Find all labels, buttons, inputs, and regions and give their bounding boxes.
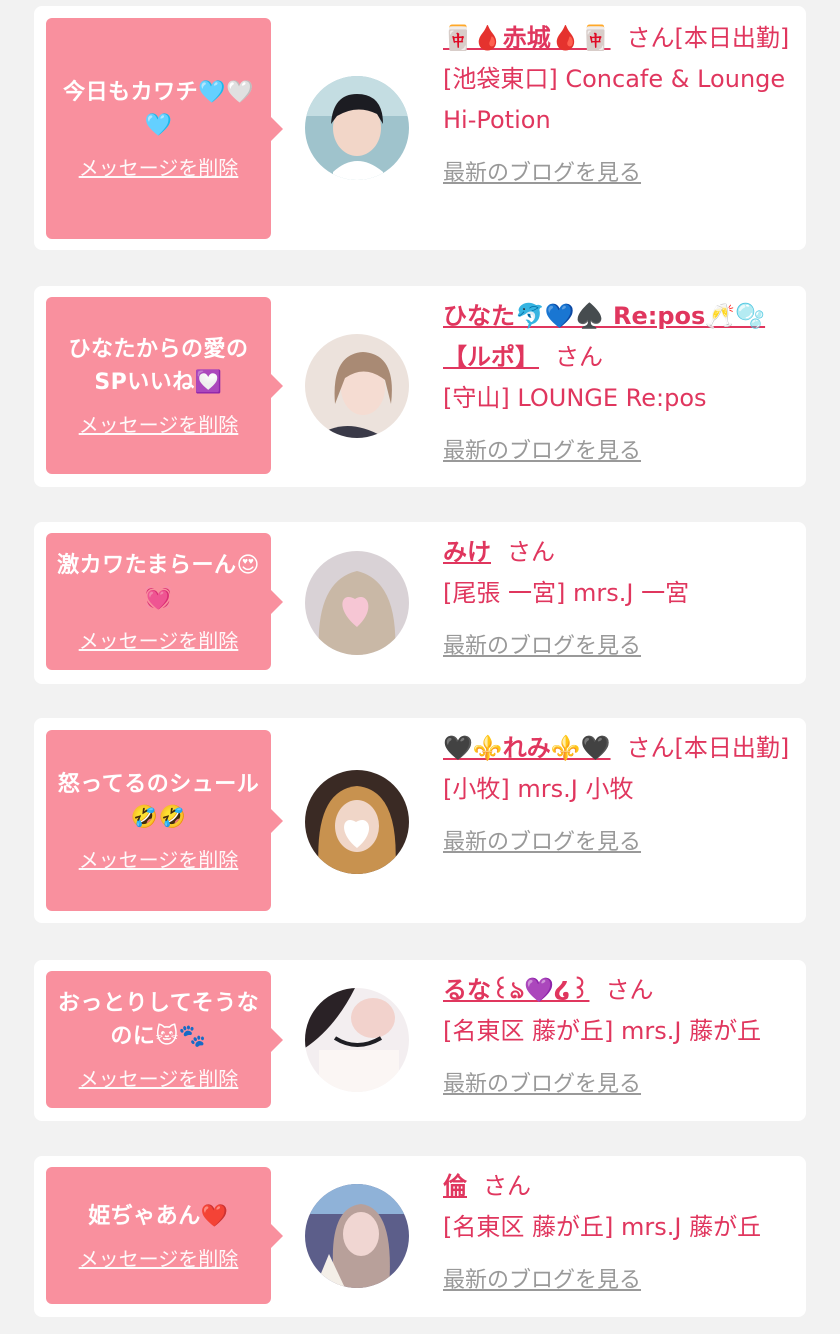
avatar[interactable] <box>305 988 409 1092</box>
sender-suffix: さん <box>555 343 603 371</box>
message-card: おっとりしてそうなのに🐱🐾 メッセージを削除 るな꒰ঌ💜໒꒱ さん [名東区 藤が… <box>34 960 806 1121</box>
message-text: 今日もカワチ🩵🤍🩵 <box>63 80 254 138</box>
latest-blog-link[interactable]: 最新のブログを見る <box>443 153 641 194</box>
shop-name: [名東区 藤が丘] mrs.J 藤が丘 <box>443 1017 762 1045</box>
latest-blog-link[interactable]: 最新のブログを見る <box>443 431 641 472</box>
sender-info: 倫さん [名東区 藤が丘] mrs.J 藤が丘 最新のブログを見る <box>443 1166 793 1301</box>
message-bubble: 今日もカワチ🩵🤍🩵 メッセージを削除 <box>46 18 283 239</box>
message-card: 姫ぢゃあん❤️ メッセージを削除 倫さん [名東区 藤が丘] mrs.J 藤が丘… <box>34 1156 806 1317</box>
sender-suffix: さん <box>483 1172 531 1200</box>
avatar[interactable] <box>305 551 409 655</box>
delete-message-link[interactable]: メッセージを削除 <box>79 152 239 181</box>
avatar[interactable] <box>305 334 409 438</box>
sender-info: 🖤⚜️れみ⚜️🖤 さん[本日出勤] [小牧] mrs.J 小牧 最新のブログを見る <box>443 728 793 863</box>
shop-name: [尾張 一宮] mrs.J 一宮 <box>443 579 690 607</box>
sender-name-link[interactable]: 倫 <box>443 1172 467 1200</box>
latest-blog-link[interactable]: 最新のブログを見る <box>443 1064 641 1105</box>
message-bubble: 姫ぢゃあん❤️ メッセージを削除 <box>46 1167 283 1304</box>
sender-info: ひなた🐬💙♠️ Re:pos🥂🫧【ルポ】 さん [守山] LOUNGE Re:po… <box>443 296 793 472</box>
shop-name: [守山] LOUNGE Re:pos <box>443 384 707 412</box>
sender-suffix: さん[本日出勤] <box>626 734 790 762</box>
delete-message-link[interactable]: メッセージを削除 <box>79 1063 239 1092</box>
sender-info: みけ さん [尾張 一宮] mrs.J 一宮 最新のブログを見る <box>443 532 793 667</box>
avatar[interactable] <box>305 1184 409 1288</box>
shop-name: [小牧] mrs.J 小牧 <box>443 775 634 803</box>
sender-info: 🀄🩸赤城🩸🀄 さん[本日出勤] [池袋東口] Concafe & Lounge H… <box>443 18 793 194</box>
message-bubble: おっとりしてそうなのに🐱🐾 メッセージを削除 <box>46 971 283 1108</box>
sender-info: るな꒰ঌ💜໒꒱ さん [名東区 藤が丘] mrs.J 藤が丘 最新のブログを見る <box>443 970 793 1105</box>
avatar[interactable] <box>305 770 409 874</box>
message-list: 今日もカワチ🩵🤍🩵 メッセージを削除 🀄🩸赤城🩸🀄 さん[本日出勤] [池袋東口]… <box>0 0 840 1334</box>
message-text: おっとりしてそうなのに🐱🐾 <box>57 991 260 1049</box>
message-card: 激カワたまらーん😍💓 メッセージを削除 みけ さん [尾張 一宮] mrs.J 一… <box>34 522 806 684</box>
message-bubble: 激カワたまらーん😍💓 メッセージを削除 <box>46 533 283 670</box>
message-text: ひなたからの愛のSPいいね💟 <box>68 337 249 395</box>
sender-suffix: さん[本日出勤] <box>626 24 790 52</box>
shop-name: [池袋東口] Concafe & Lounge Hi-Potion <box>443 65 786 134</box>
sender-name-link[interactable]: みけ <box>443 538 491 566</box>
message-card: ひなたからの愛のSPいいね💟 メッセージを削除 ひなた🐬💙♠️ Re:pos🥂🫧… <box>34 286 806 487</box>
message-card: 今日もカワチ🩵🤍🩵 メッセージを削除 🀄🩸赤城🩸🀄 さん[本日出勤] [池袋東口]… <box>34 6 806 250</box>
message-text: 激カワたまらーん😍💓 <box>57 553 260 611</box>
shop-name: [名東区 藤が丘] mrs.J 藤が丘 <box>443 1213 762 1241</box>
message-bubble: 怒ってるのシュール🤣🤣 メッセージを削除 <box>46 730 283 911</box>
delete-message-link[interactable]: メッセージを削除 <box>79 409 239 438</box>
latest-blog-link[interactable]: 最新のブログを見る <box>443 822 641 863</box>
latest-blog-link[interactable]: 最新のブログを見る <box>443 626 641 667</box>
latest-blog-link[interactable]: 最新のブログを見る <box>443 1260 641 1301</box>
delete-message-link[interactable]: メッセージを削除 <box>79 1243 239 1272</box>
sender-name-link[interactable]: ひなた🐬💙♠️ Re:pos🥂🫧【ルポ】 <box>443 302 765 371</box>
delete-message-link[interactable]: メッセージを削除 <box>79 625 239 654</box>
sender-name-link[interactable]: 🖤⚜️れみ⚜️🖤 <box>443 734 611 762</box>
sender-suffix: さん <box>605 976 654 1004</box>
message-bubble: ひなたからの愛のSPいいね💟 メッセージを削除 <box>46 297 283 474</box>
avatar[interactable] <box>305 76 409 180</box>
message-text: 姫ぢゃあん❤️ <box>88 1203 229 1229</box>
message-text: 怒ってるのシュール🤣🤣 <box>57 772 260 830</box>
message-card: 怒ってるのシュール🤣🤣 メッセージを削除 🖤⚜️れみ⚜️🖤 さん[本日出勤] [小… <box>34 718 806 923</box>
delete-message-link[interactable]: メッセージを削除 <box>79 844 239 873</box>
sender-name-link[interactable]: るな꒰ঌ💜໒꒱ <box>443 976 589 1004</box>
sender-name-link[interactable]: 🀄🩸赤城🩸🀄 <box>443 24 611 52</box>
sender-suffix: さん <box>507 538 555 566</box>
